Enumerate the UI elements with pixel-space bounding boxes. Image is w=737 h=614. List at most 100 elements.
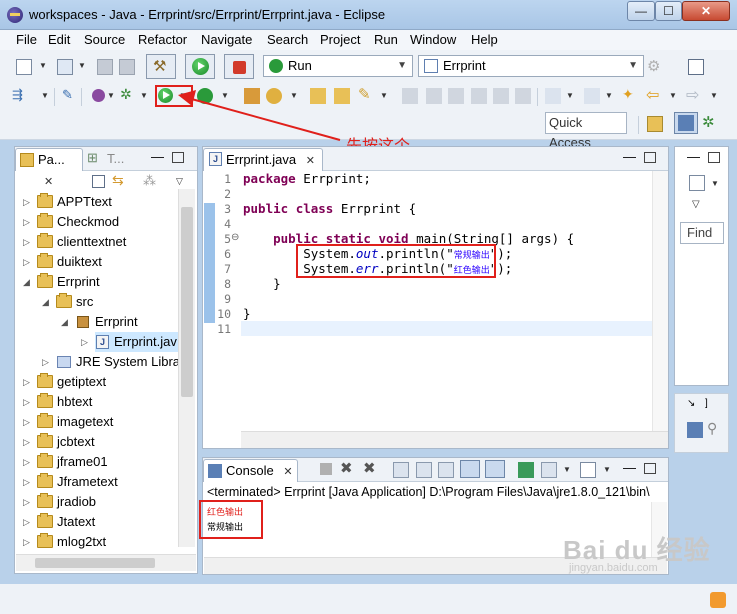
console-status-line: <terminated> Errprint [Java Application]… (207, 485, 650, 499)
filter-icon[interactable]: ⁂ (143, 173, 156, 189)
code-line-1[interactable]: package Errprint; (243, 171, 371, 186)
java-file-icon: J (96, 335, 109, 349)
outline-panel: — ▼ ▽ (674, 146, 729, 386)
line-number: 10 (217, 307, 231, 321)
package-explorer-panel: Pa... ✕ ⊞ T... — ⇆ ⁂ ▽ ▷ APPTtext ▷ Checkm… (14, 146, 198, 574)
project-folder-icon (37, 533, 53, 548)
tab-console[interactable]: Console ✕ (203, 459, 298, 482)
new-task-dropdown-icon[interactable]: ▼ (711, 179, 719, 188)
scrollbar-thumb[interactable] (35, 558, 155, 568)
package-explorer-tabbar: Pa... ✕ ⊞ T... — (15, 147, 197, 188)
code-line-10[interactable]: } (243, 306, 251, 321)
word-wrap-icon[interactable] (438, 462, 454, 478)
code-line-8[interactable]: } (243, 276, 281, 291)
close-icon[interactable]: ✕ (306, 155, 315, 167)
line-number: 5 (224, 232, 231, 246)
status-bar (0, 584, 737, 614)
project-folder-icon (37, 413, 53, 428)
maximize-view-icon[interactable] (644, 152, 656, 163)
progress-view-icon[interactable]: ⚲ (707, 420, 717, 437)
code-line-3[interactable]: public class Errprint { (243, 201, 416, 216)
display-console-icon[interactable] (541, 462, 557, 478)
minimize-view-icon[interactable]: — (151, 149, 164, 164)
vertical-scrollbar[interactable] (652, 171, 668, 431)
editor-tabbar: J Errprint.java ✕ — (203, 147, 668, 171)
project-folder-icon (37, 393, 53, 408)
overview-ruler-marker (204, 203, 215, 323)
view-menu-icon[interactable]: ▽ (692, 199, 700, 210)
console-icon (208, 464, 222, 478)
rss-icon[interactable] (710, 592, 726, 608)
library-icon (57, 356, 71, 368)
tab-errprint-java[interactable]: J Errprint.java ✕ (203, 148, 323, 171)
project-folder-icon (37, 193, 53, 208)
show-on-stdout-button[interactable] (460, 460, 480, 478)
new-task-icon[interactable] (689, 175, 705, 191)
java-file-icon: J (209, 152, 222, 166)
pin-console-icon[interactable] (518, 462, 534, 478)
maximize-view-icon[interactable] (708, 152, 720, 163)
code-highlight-box (296, 244, 496, 278)
project-folder-icon (37, 253, 53, 268)
source-folder-icon (56, 293, 72, 308)
project-folder-icon (37, 453, 53, 468)
collapse-all-icon[interactable] (92, 175, 105, 188)
horizontal-scrollbar[interactable] (241, 431, 668, 448)
restore-icon[interactable]: ↘ (687, 398, 695, 409)
maximize-view-icon[interactable] (644, 463, 656, 474)
scroll-lock-icon[interactable] (416, 462, 432, 478)
watermark-url: jingyan.baidu.com (569, 562, 658, 574)
current-line-highlight (241, 321, 668, 336)
project-folder-icon (37, 273, 53, 288)
open-console-dropdown-icon[interactable]: ▼ (603, 465, 611, 474)
scrollbar-thumb[interactable] (181, 207, 193, 397)
remove-launch-icon[interactable]: ✖ (340, 459, 353, 477)
display-console-dropdown-icon[interactable]: ▼ (563, 465, 571, 474)
editor-panel: J Errprint.java ✕ — 1 2 3 4 5 ⊖ 6 7 8 9 … (202, 146, 669, 449)
terminate-icon[interactable] (320, 463, 332, 475)
minimized-views-panel: ↘ ] ⚲ (674, 393, 729, 453)
line-number: 6 (224, 247, 231, 261)
package-explorer-icon (20, 153, 34, 167)
restore-bracket-icon[interactable]: ] (705, 398, 708, 409)
line-number: 9 (224, 292, 231, 306)
line-number: 11 (217, 322, 231, 336)
console-tabbar: Console ✕ ✖ ✖ ▼ ▼ — (203, 458, 668, 482)
link-with-editor-icon[interactable]: ⇆ (112, 172, 124, 189)
project-folder-icon (37, 433, 53, 448)
maximize-view-icon[interactable] (172, 152, 184, 163)
project-folder-icon (37, 233, 53, 248)
package-explorer-tab-label: Pa... (38, 152, 65, 167)
editor-tab-label: Errprint.java (226, 152, 297, 167)
remove-all-launches-icon[interactable]: ✖ (363, 459, 376, 477)
line-number: 4 (224, 217, 231, 231)
line-number: 2 (224, 187, 231, 201)
find-input[interactable]: Find (680, 222, 724, 244)
line-number: 7 (224, 262, 231, 276)
show-on-stderr-button[interactable] (485, 460, 505, 478)
close-icon[interactable]: ✕ (283, 466, 292, 478)
project-folder-icon (37, 373, 53, 388)
project-folder-icon (37, 493, 53, 508)
view-menu-icon[interactable]: ▽ (176, 176, 183, 187)
project-folder-icon (37, 213, 53, 228)
minimize-view-icon[interactable]: — (623, 149, 636, 164)
project-folder-icon (37, 513, 53, 528)
line-number: 1 (224, 172, 231, 186)
clear-console-icon[interactable] (393, 462, 409, 478)
package-icon (77, 316, 89, 328)
close-icon[interactable]: ✕ (44, 176, 53, 188)
line-number: 3 (224, 202, 231, 216)
project-folder-icon (37, 473, 53, 488)
console-view-icon[interactable] (687, 422, 703, 438)
tab-package-explorer[interactable]: Pa... ✕ (15, 148, 83, 188)
line-number: 8 (224, 277, 231, 291)
console-tab-label: Console (226, 463, 274, 478)
tab-type-hierarchy[interactable]: T... (107, 151, 124, 166)
type-hierarchy-icon[interactable]: ⊞ (87, 150, 98, 166)
minimize-view-icon[interactable]: — (623, 460, 636, 475)
open-console-icon[interactable] (580, 462, 596, 478)
minimize-view-icon[interactable]: — (687, 149, 700, 164)
output-highlight-box (199, 500, 263, 539)
fold-toggle-icon[interactable]: ⊖ (231, 232, 239, 243)
